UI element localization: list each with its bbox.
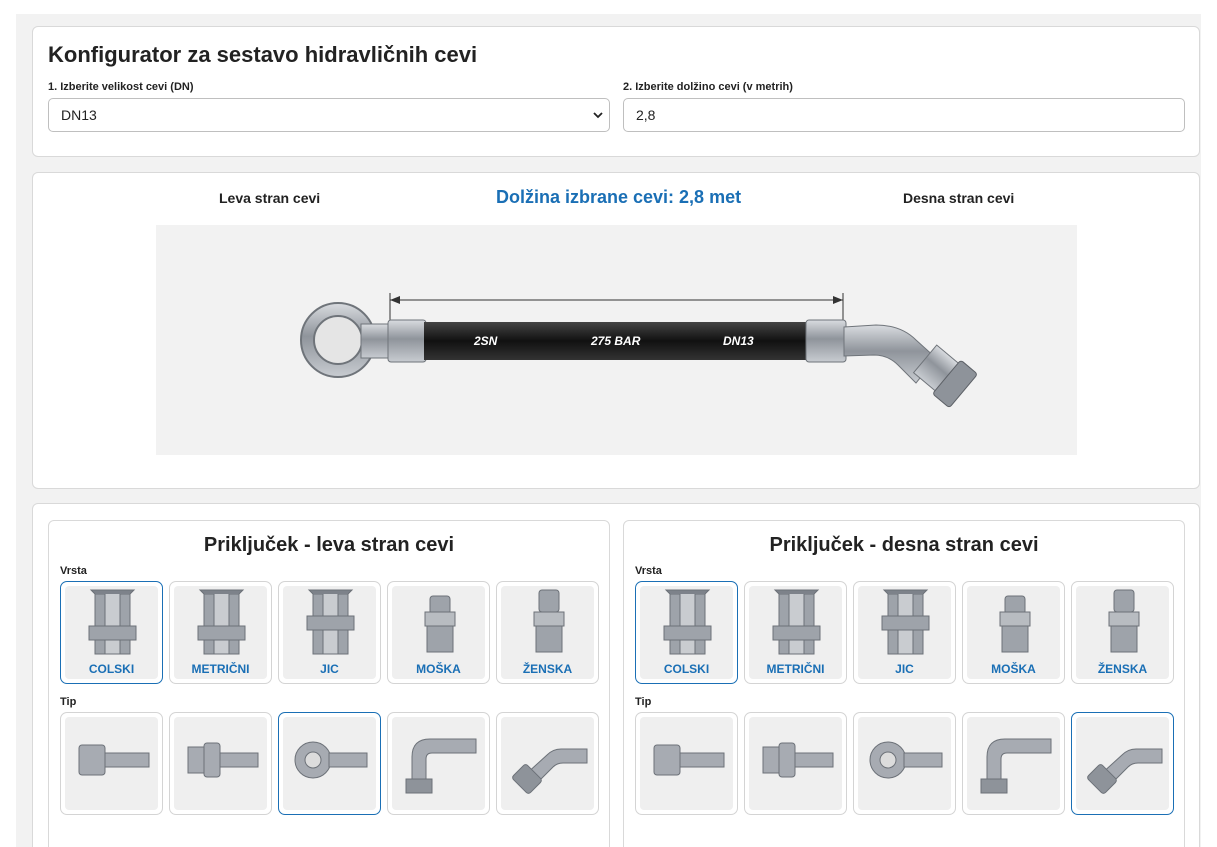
vrsta-tile-label: METRIČNI — [766, 662, 825, 676]
vrsta-tile-label: METRIČNI — [191, 662, 250, 676]
left-side-label: Leva stran cevi — [219, 190, 321, 206]
left_panel-tip-tile-2[interactable] — [278, 712, 381, 815]
left_panel-vrsta-tile-3[interactable]: MOŠKA — [387, 581, 490, 684]
selected-length-text: Dolžina izbrane cevi: 2,8 met — [496, 187, 742, 207]
left_panel-tip-tile-0[interactable] — [60, 712, 163, 815]
size-length-card: Konfigurator za sestavo hidravličnih cev… — [32, 26, 1200, 157]
vrsta-tile-label: ŽENSKA — [522, 662, 573, 676]
vrsta-tile-label: MOŠKA — [991, 662, 1036, 676]
vrsta-tile-label: COLSKI — [663, 662, 710, 676]
left_panel-tip-tile-3[interactable] — [387, 712, 490, 815]
hose-assembly-image: 2SN 275 BAR DN13 — [300, 293, 977, 408]
chevron-down-icon — [593, 112, 603, 119]
length-label: 2. Izberite dolžino cevi (v metrih) — [623, 81, 793, 93]
hose-print-1: 2SN — [473, 334, 498, 348]
right-fitting-panel: Priključek - desna stran cevi Vrsta Tip … — [623, 520, 1185, 847]
hose-print-2: 275 BAR — [590, 334, 641, 348]
left-tip-label: Tip — [60, 696, 77, 708]
hose-preview: 2SN 275 BAR DN13 — [156, 225, 1077, 455]
hose-print-3: DN13 — [723, 334, 754, 348]
vrsta-tile-label: ŽENSKA — [1097, 662, 1148, 676]
fitting-config-card: Priključek - leva stran cevi Vrsta Tip C… — [32, 503, 1200, 847]
left_panel-vrsta-tile-0[interactable]: COLSKI — [60, 581, 163, 684]
size-select[interactable]: DN13 — [48, 98, 610, 132]
left-panel-title: Priključek - leva stran cevi — [203, 534, 455, 556]
right-side-label: Desna stran cevi — [903, 190, 1015, 206]
left_panel-vrsta-tile-4[interactable]: ŽENSKA — [496, 581, 599, 684]
right_panel-vrsta-tile-3[interactable]: MOŠKA — [962, 581, 1065, 684]
page-title: Konfigurator za sestavo hidravličnih cev… — [48, 42, 478, 67]
right_panel-tip-tile-2[interactable] — [853, 712, 956, 815]
right-tip-label: Tip — [635, 696, 652, 708]
right_panel-vrsta-tile-0[interactable]: COLSKI — [635, 581, 738, 684]
right_panel-tip-tile-3[interactable] — [962, 712, 1065, 815]
elbow-45-fitting-icon — [843, 324, 977, 408]
right_panel-tip-tile-4[interactable] — [1071, 712, 1174, 815]
right_panel-tip-tile-1[interactable] — [744, 712, 847, 815]
left-vrsta-label: Vrsta — [60, 565, 87, 577]
preview-card: Leva stran cevi Dolžina izbrane cevi: 2,… — [32, 172, 1200, 489]
left-fitting-panel: Priključek - leva stran cevi Vrsta Tip C… — [48, 520, 610, 847]
banjo-fitting-icon — [300, 302, 427, 378]
size-select-value: DN13 — [61, 107, 97, 123]
length-input[interactable]: 2,8 — [623, 98, 1185, 132]
right-vrsta-label: Vrsta — [635, 565, 662, 577]
left_panel-tip-tile-1[interactable] — [169, 712, 272, 815]
left_panel-vrsta-tile-2[interactable]: JIC — [278, 581, 381, 684]
right_panel-vrsta-tile-4[interactable]: ŽENSKA — [1071, 581, 1174, 684]
right-panel-title: Priključek - desna stran cevi — [769, 534, 1039, 556]
vrsta-tile-label: JIC — [895, 662, 914, 676]
left_panel-vrsta-tile-1[interactable]: METRIČNI — [169, 581, 272, 684]
left_panel-tip-tile-4[interactable] — [496, 712, 599, 815]
vrsta-tile-label: JIC — [320, 662, 339, 676]
right_panel-vrsta-tile-2[interactable]: JIC — [853, 581, 956, 684]
length-input-value: 2,8 — [636, 107, 656, 123]
vrsta-tile-label: COLSKI — [88, 662, 135, 676]
size-label: 1. Izberite velikost cevi (DN) — [48, 81, 194, 93]
vrsta-tile-label: MOŠKA — [416, 662, 461, 676]
right_panel-tip-tile-0[interactable] — [635, 712, 738, 815]
right_panel-vrsta-tile-1[interactable]: METRIČNI — [744, 581, 847, 684]
